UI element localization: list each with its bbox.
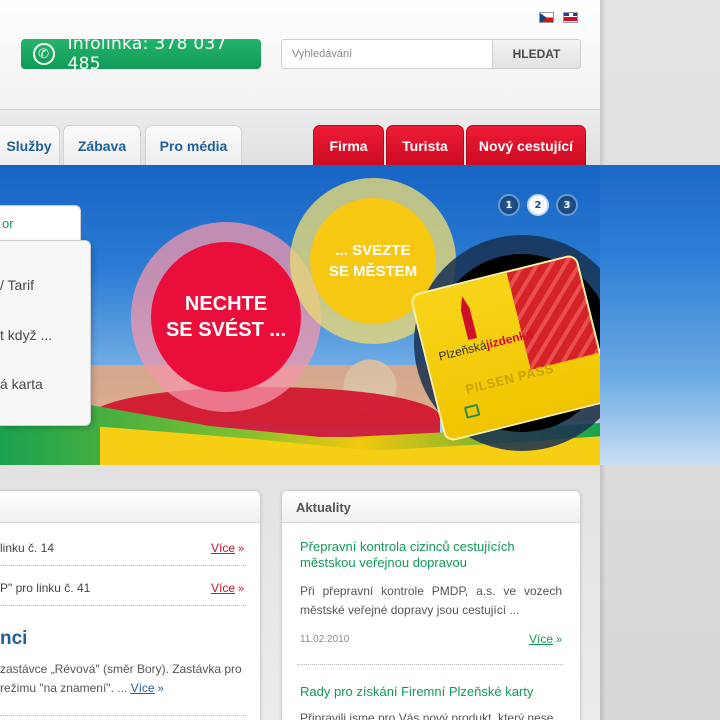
- more-link[interactable]: Více: [211, 541, 244, 555]
- tab-label: Pro média: [159, 137, 228, 154]
- section-text-1: zastávce „Révová" (směr Bory). Zastávka …: [0, 662, 242, 676]
- tab-sluzby[interactable]: Služby: [0, 125, 60, 165]
- section-text-2: režimu "na znamení". ... Více: [0, 681, 164, 695]
- side-menu-tab[interactable]: or: [0, 205, 81, 241]
- language-switcher: [539, 12, 578, 23]
- divider: [0, 605, 246, 606]
- news-item-title[interactable]: Přepravní kontrola cizinců cestujících m…: [300, 539, 560, 571]
- tab-novy-cestujici[interactable]: Nový cestující: [466, 125, 586, 165]
- search-form: HLEDAT: [281, 39, 581, 69]
- card-brand-a: Plzeňská: [437, 338, 488, 364]
- banner-pager: 1 2 3: [498, 194, 578, 216]
- content-area: Aktuality linku č. 14 Více P" pro linku …: [0, 465, 600, 720]
- red-bubble: NECHTE SE SVÉST ...: [151, 242, 301, 392]
- tab-pro-media[interactable]: Pro média: [145, 125, 242, 165]
- list-item-text: P" pro linku č. 41: [0, 581, 91, 595]
- side-menu-item-karta[interactable]: á karta: [0, 376, 43, 392]
- red-bubble-line-1: NECHTE: [184, 293, 268, 315]
- news-item-text: Při přepravní kontrole PMDP, a.s. ve voz…: [300, 584, 562, 617]
- tab-zabava[interactable]: Zábava: [63, 125, 141, 165]
- news-item-text: Připravili jsme pro Vás nový produkt, kt…: [300, 711, 554, 720]
- tab-label: Firma: [329, 137, 368, 154]
- red-bubble-line-2: SE SVÉST ...: [165, 319, 287, 341]
- tab-turista[interactable]: Turista: [386, 125, 464, 165]
- tab-label: Nový cestující: [478, 137, 574, 154]
- section-text-2-body: režimu "na znamení". ...: [0, 681, 128, 695]
- promo-banner[interactable]: NECHTE SE SVÉST ... ... SVEZTE SE MĚSTEM…: [0, 165, 600, 465]
- more-link[interactable]: Více: [529, 632, 562, 646]
- lines-panel-header: [0, 491, 260, 523]
- main-navigation: Služby Zábava Pro média Firma Turista No…: [0, 110, 600, 165]
- flag-cz-icon[interactable]: [539, 12, 554, 23]
- infolinka-badge: ✆ Infolinka: 378 037 485: [21, 34, 261, 74]
- side-menu-item-tarif[interactable]: / Tarif: [0, 277, 34, 293]
- tab-firma[interactable]: Firma: [313, 125, 384, 165]
- news-panel-title: Aktuality: [296, 500, 351, 515]
- pager-dot-2[interactable]: 2: [527, 194, 549, 216]
- card-brand: Plzeňskájízdenka: [437, 327, 534, 364]
- news-item-title[interactable]: Rady pro získání Firemní Plzeňské karty: [300, 684, 560, 700]
- tab-label: Služby: [6, 137, 52, 154]
- section-heading: nci: [0, 628, 28, 649]
- tab-label: Zábava: [77, 137, 127, 154]
- divider: [297, 664, 563, 665]
- cathedral-icon: [453, 294, 481, 341]
- list-item-text: linku č. 14: [0, 541, 55, 555]
- flag-en-icon[interactable]: [563, 12, 578, 23]
- banner-backdrop: [600, 165, 720, 465]
- phone-icon: ✆: [33, 43, 55, 65]
- side-menu: / Tarif t když ... á karta: [0, 240, 91, 426]
- chip-icon: [463, 403, 481, 419]
- site-header: ✆ Infolinka: 378 037 485 HLEDAT: [0, 0, 600, 110]
- divider: [0, 715, 246, 716]
- more-link[interactable]: Více: [131, 681, 164, 695]
- pager-dot-3[interactable]: 3: [556, 194, 578, 216]
- yellow-bubble-line-2: SE MĚSTEM: [328, 263, 418, 280]
- more-link[interactable]: Více: [211, 581, 244, 595]
- divider: [0, 565, 246, 566]
- search-input[interactable]: [281, 39, 492, 69]
- news-panel-header: Aktuality: [282, 491, 580, 523]
- yellow-bubble-line-1: ... SVEZTE: [335, 242, 411, 259]
- pager-dot-1[interactable]: 1: [498, 194, 520, 216]
- news-item-date: 11.02.2010: [300, 634, 350, 645]
- search-button[interactable]: HLEDAT: [492, 39, 581, 69]
- infolinka-text: Infolinka: 378 037 485: [67, 34, 227, 74]
- side-menu-item-kdyz[interactable]: t když ...: [0, 327, 52, 343]
- tab-label: Turista: [402, 137, 448, 154]
- card-pass-label: PILSEN PASS: [463, 360, 556, 397]
